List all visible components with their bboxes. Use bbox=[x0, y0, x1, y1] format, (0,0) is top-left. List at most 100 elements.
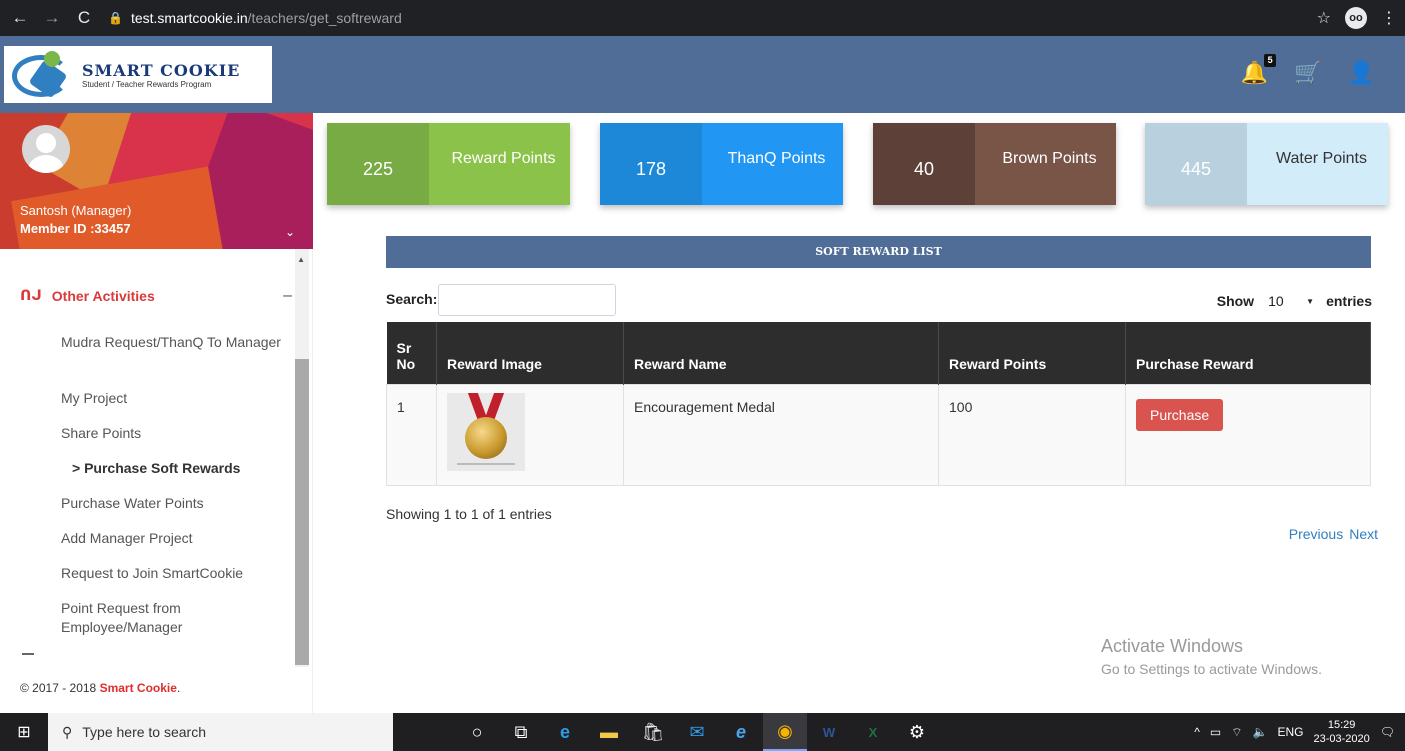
taskbar-clock[interactable]: 15:29 23-03-2020 bbox=[1313, 718, 1369, 746]
entries-control: Show 10 ▼ entries bbox=[1217, 291, 1372, 311]
mail-icon[interactable]: ✉ bbox=[675, 713, 719, 751]
search-input[interactable] bbox=[438, 284, 616, 316]
brown-points-value: 40 bbox=[873, 123, 975, 205]
profile-name: Santosh (Manager) bbox=[20, 203, 132, 218]
language-indicator[interactable]: ENG bbox=[1277, 725, 1303, 739]
forward-icon[interactable]: → bbox=[40, 6, 64, 30]
internet-explorer-icon[interactable]: e bbox=[719, 713, 763, 751]
soft-reward-table: Sr No Reward Image Reward Name Reward Po… bbox=[386, 322, 1371, 486]
cell-reward-name: Encouragement Medal bbox=[623, 383, 939, 486]
taskbar-search-placeholder: Type here to search bbox=[82, 724, 207, 740]
sidebar-item-mudra-request[interactable]: Mudra Request/ThanQ To Manager bbox=[61, 333, 281, 352]
watermark-line-2: Go to Settings to activate Windows. bbox=[1101, 661, 1322, 677]
system-tray: ^ ▭ ⌔ 🔈 ENG 15:29 23-03-2020 🗨 bbox=[1194, 713, 1405, 751]
collapse-icon[interactable]: – bbox=[283, 287, 292, 305]
back-icon[interactable]: ← bbox=[8, 6, 32, 30]
chevron-down-icon[interactable]: ⌄ bbox=[285, 225, 295, 239]
reward-points-value: 225 bbox=[327, 123, 429, 205]
user-icon[interactable]: 👤 bbox=[1348, 60, 1375, 86]
water-points-label: Water Points bbox=[1247, 123, 1388, 205]
clock-date: 23-03-2020 bbox=[1313, 733, 1370, 745]
chrome-icon[interactable]: ◉ bbox=[763, 713, 807, 751]
sidebar: Santosh (Manager) Member ID :33457 ⌄ ▲ ᑎ… bbox=[0, 113, 313, 713]
column-header-reward-points[interactable]: Reward Points bbox=[938, 322, 1126, 384]
activities-icon: ᑎᒍ bbox=[20, 287, 42, 303]
profile-panel: Santosh (Manager) Member ID :33457 ⌄ bbox=[0, 113, 313, 249]
windows-taskbar: ⊞ ⚲ Type here to search ○ ⧉ e ▬ 🛍 ✉ e ◉ … bbox=[0, 713, 1405, 751]
edge-icon[interactable]: e bbox=[543, 713, 587, 751]
water-points-card: 445 Water Points bbox=[1145, 123, 1388, 205]
column-header-sr-no[interactable]: Sr No bbox=[386, 322, 437, 384]
column-header-reward-name[interactable]: Reward Name bbox=[623, 322, 939, 384]
network-icon[interactable]: ▭ bbox=[1210, 725, 1221, 739]
column-header-purchase-reward[interactable]: Purchase Reward bbox=[1125, 322, 1371, 384]
table-header-row: Sr No Reward Image Reward Name Reward Po… bbox=[386, 322, 1371, 384]
address-bar[interactable]: 🔒 test.smartcookie.in/teachers/get_softr… bbox=[108, 4, 402, 32]
pagination: Previous Next bbox=[1289, 526, 1378, 542]
logo-title: SMART COOKIE bbox=[82, 60, 241, 80]
reward-points-card: 225 Reward Points bbox=[327, 123, 570, 205]
action-center-icon[interactable]: 🗨 bbox=[1380, 725, 1395, 739]
member-id: Member ID :33457 bbox=[20, 221, 131, 236]
taskbar-search-box[interactable]: ⚲ Type here to search bbox=[48, 713, 393, 751]
brown-points-card: 40 Brown Points bbox=[873, 123, 1116, 205]
purchase-button[interactable]: Purchase bbox=[1136, 398, 1224, 431]
search-label: Search: bbox=[386, 291, 438, 307]
sidebar-item-point-request[interactable]: Point Request from Employee/Manager bbox=[61, 599, 281, 637]
settings-gear-icon[interactable]: ⚙ bbox=[895, 713, 939, 751]
soft-reward-list-title: SOFT REWARD LIST bbox=[386, 236, 1371, 268]
task-view-icon[interactable]: ⧉ bbox=[499, 713, 543, 751]
tray-chevron-up-icon[interactable]: ^ bbox=[1194, 725, 1200, 739]
entries-select[interactable]: 10 ▼ bbox=[1260, 291, 1320, 311]
sidebar-item-request-to-join[interactable]: Request to Join SmartCookie bbox=[61, 564, 281, 583]
footer-copyright: © 2017 - 2018 bbox=[20, 681, 100, 695]
scroll-up-icon[interactable]: ▲ bbox=[297, 255, 305, 264]
thanq-points-card: 178 ThanQ Points bbox=[600, 123, 843, 205]
brown-points-label: Brown Points bbox=[975, 123, 1116, 205]
notification-badge: 5 bbox=[1264, 54, 1277, 67]
wifi-icon[interactable]: ⌔ bbox=[1231, 725, 1242, 740]
sidebar-scroll-thumb[interactable] bbox=[295, 359, 309, 665]
windows-start-icon[interactable]: ⊞ bbox=[0, 713, 48, 751]
dropdown-caret-icon: ▼ bbox=[1306, 296, 1315, 306]
water-points-value: 445 bbox=[1145, 123, 1247, 205]
sidebar-item-purchase-water-points[interactable]: Purchase Water Points bbox=[61, 494, 281, 513]
avatar bbox=[22, 125, 70, 173]
partially-hidden-icon bbox=[22, 653, 34, 659]
file-explorer-icon[interactable]: ▬ bbox=[587, 713, 631, 751]
store-icon[interactable]: 🛍 bbox=[631, 713, 675, 751]
sidebar-item-share-points[interactable]: Share Points bbox=[61, 424, 281, 443]
cell-sr-no: 1 bbox=[386, 383, 437, 486]
watermark-line-1: Activate Windows bbox=[1101, 636, 1244, 656]
url-host: test.smartcookie.in bbox=[130, 10, 248, 26]
excel-icon[interactable]: X bbox=[851, 713, 895, 751]
sidebar-section-other-activities[interactable]: ᑎᒍ Other Activities – bbox=[20, 287, 292, 304]
logo-subtitle: Student / Teacher Rewards Program bbox=[82, 79, 212, 89]
table-row: 1 Encouragement Medal 100 Purchase bbox=[386, 383, 1371, 486]
smart-cookie-logo[interactable]: SMART COOKIE Student / Teacher Rewards P… bbox=[4, 46, 272, 103]
volume-icon[interactable]: 🔈 bbox=[1253, 725, 1268, 739]
cortana-icon[interactable]: ○ bbox=[455, 713, 499, 751]
footer-suffix: . bbox=[176, 681, 181, 695]
url-path: /teachers/get_softreward bbox=[247, 10, 402, 26]
next-page-link[interactable]: Next bbox=[1349, 526, 1378, 542]
sidebar-item-purchase-soft-rewards[interactable]: > Purchase Soft Rewards bbox=[72, 459, 292, 478]
reward-points-label: Reward Points bbox=[429, 123, 570, 205]
browser-menu-icon[interactable]: ⋮ bbox=[1381, 8, 1397, 28]
cart-icon[interactable]: 🛒 bbox=[1294, 60, 1321, 86]
footer-brand-link[interactable]: Smart Cookie bbox=[100, 681, 177, 695]
show-label: Show bbox=[1216, 293, 1255, 309]
column-header-reward-image[interactable]: Reward Image bbox=[436, 322, 624, 384]
sidebar-item-add-manager-project[interactable]: Add Manager Project bbox=[61, 529, 281, 548]
cell-reward-image bbox=[436, 383, 624, 486]
sidebar-item-my-project[interactable]: My Project bbox=[61, 389, 281, 408]
word-icon[interactable]: W bbox=[807, 713, 851, 751]
sidebar-footer: © 2017 - 2018 Smart Cookie. bbox=[20, 681, 180, 695]
reload-icon[interactable]: C bbox=[72, 6, 96, 30]
notifications-button[interactable]: 🔔 5 bbox=[1241, 54, 1277, 86]
bookmark-star-icon[interactable]: ☆ bbox=[1317, 8, 1331, 28]
medal-image bbox=[447, 392, 525, 471]
app-header: SMART COOKIE Student / Teacher Rewards P… bbox=[0, 36, 1405, 113]
incognito-icon[interactable]: oo bbox=[1345, 7, 1367, 29]
previous-page-link[interactable]: Previous bbox=[1289, 526, 1343, 542]
